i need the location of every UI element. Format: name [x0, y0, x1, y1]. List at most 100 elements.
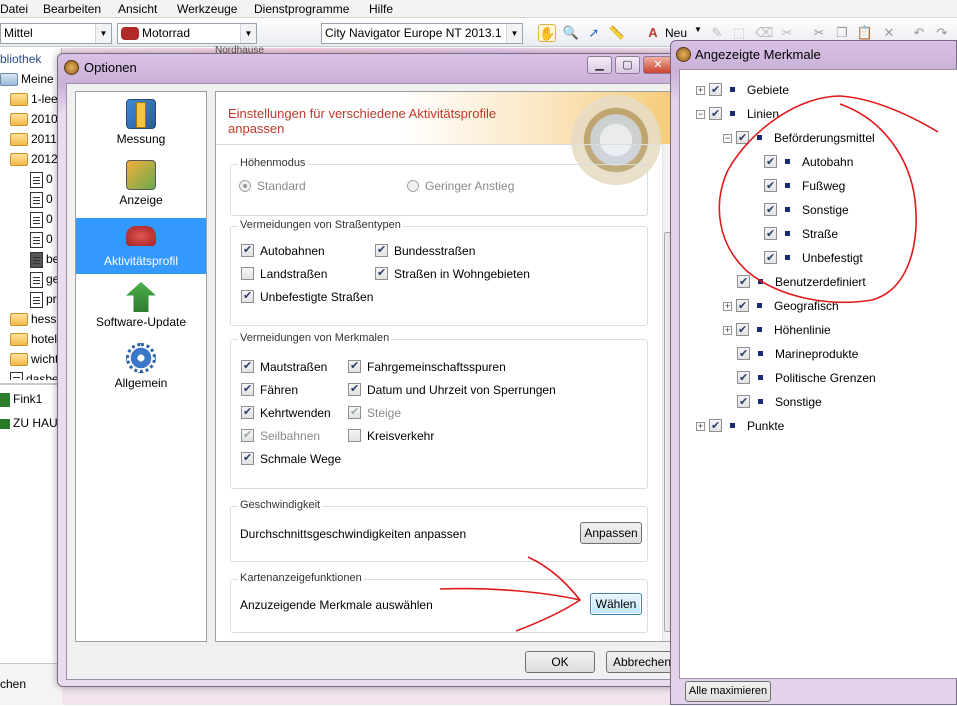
checkbox-icon[interactable]	[764, 226, 777, 242]
checkbox-sperrungen[interactable]: Datum und Uhrzeit von Sperrungen	[348, 382, 556, 397]
doc-item[interactable]: be	[30, 250, 59, 268]
collapse-icon[interactable]: −	[723, 134, 732, 143]
doc-item[interactable]: 0	[30, 210, 53, 228]
folder-label: 2011	[31, 132, 57, 146]
checkbox-icon[interactable]	[709, 82, 722, 98]
map-combo[interactable]: City Navigator Europe NT 2013.1 ▼	[321, 23, 523, 44]
checkbox-icon[interactable]	[764, 250, 777, 266]
checkbox-icon[interactable]	[709, 418, 722, 434]
zoom-icon[interactable]: 🔍	[562, 24, 580, 42]
device-child-item[interactable]: ZU HAUS	[0, 414, 66, 432]
folder-item[interactable]: 1-lee	[10, 90, 58, 108]
menu-ansicht[interactable]: Ansicht	[118, 2, 157, 16]
checkbox-mautstrassen[interactable]: Mautstraßen	[241, 359, 327, 374]
tree-item-sonstige[interactable]: Sonstige	[737, 394, 822, 410]
doc-item[interactable]: pr	[30, 290, 57, 308]
checkbox-kehrtwenden[interactable]: Kehrtwenden	[241, 405, 331, 420]
checkbox-faehren[interactable]: Fähren	[241, 382, 298, 397]
ok-button[interactable]: OK	[525, 651, 595, 673]
checkbox-icon[interactable]	[764, 178, 777, 194]
checkbox-steige[interactable]: Steige	[348, 405, 401, 420]
tree-item-strasse[interactable]: Straße	[764, 226, 838, 242]
doc-item[interactable]: ge	[30, 270, 59, 288]
new-route-icon[interactable]: A	[644, 24, 662, 42]
tree-item-unbefestigt[interactable]: Unbefestigt	[764, 250, 863, 266]
tree-item-hoehenlinie[interactable]: + Höhenlinie	[723, 322, 831, 338]
map-view-bottom[interactable]	[62, 687, 672, 705]
doc-item[interactable]: 0	[30, 190, 53, 208]
folder-item[interactable]: 2012	[10, 150, 58, 168]
tree-item-marineprodukte[interactable]: Marineprodukte	[737, 346, 858, 362]
folder-item[interactable]: 2011	[10, 130, 57, 148]
folder-item[interactable]: 2010	[10, 110, 58, 128]
new-label[interactable]: Neu	[665, 26, 687, 40]
measure-icon[interactable]: 📏	[608, 24, 626, 42]
tree-item-befoerderungsmittel[interactable]: − Beförderungsmittel	[723, 130, 875, 146]
menu-hilfe[interactable]: Hilfe	[369, 2, 393, 16]
detail-combo[interactable]: Mittel ▼	[0, 23, 112, 44]
profile-combo[interactable]: Motorrad ▼	[117, 23, 257, 44]
choose-features-button[interactable]: Wählen	[590, 593, 642, 615]
checkbox-icon[interactable]	[736, 130, 749, 146]
checkbox-icon[interactable]	[736, 322, 749, 338]
collapse-icon[interactable]: −	[696, 110, 705, 119]
cancel-button[interactable]: Abbrechen	[606, 651, 678, 673]
select-arrow-icon[interactable]: ➚	[585, 24, 603, 42]
folder-item[interactable]: hotels	[10, 330, 63, 348]
checkbox-schmale-wege[interactable]: Schmale Wege	[241, 451, 341, 466]
checkbox-fahrgemeinschaftsspuren[interactable]: Fahrgemeinschaftsspuren	[348, 359, 506, 374]
expand-icon[interactable]: +	[723, 326, 732, 335]
nav-item-allgemein[interactable]: Allgemein	[76, 340, 206, 396]
menu-bearbeiten[interactable]: Bearbeiten	[43, 2, 101, 16]
menu-dienstprogramme[interactable]: Dienstprogramme	[254, 2, 349, 16]
checkbox-icon[interactable]	[737, 274, 750, 290]
checkbox-icon[interactable]	[736, 298, 749, 314]
checkbox-icon[interactable]	[737, 394, 750, 410]
tree-item-politische-grenzen[interactable]: Politische Grenzen	[737, 370, 876, 386]
checkbox-unbefestigte-strassen[interactable]: Unbefestigte Straßen	[241, 289, 373, 304]
nav-item-software-update[interactable]: Software-Update	[76, 279, 206, 335]
maximize-button[interactable]: ▢	[615, 56, 640, 74]
checkbox-bundesstrassen[interactable]: Bundesstraßen	[375, 243, 475, 258]
checkbox-wohngebiete[interactable]: Straßen in Wohngebieten	[375, 266, 530, 281]
close-button[interactable]: ✕	[643, 56, 673, 74]
tree-item-linien[interactable]: − Linien	[696, 106, 779, 122]
chevron-down-icon[interactable]: ▼	[694, 25, 702, 34]
adjust-speed-button[interactable]: Anpassen	[580, 522, 642, 544]
tree-item-autobahn[interactable]: Autobahn	[764, 154, 853, 170]
tree-item-benutzerdefiniert[interactable]: Benutzerdefiniert	[737, 274, 866, 290]
device-item[interactable]: Fink1	[0, 390, 42, 408]
nav-item-anzeige[interactable]: Anzeige	[76, 157, 206, 213]
checkbox-autobahnen[interactable]: Autobahnen	[241, 243, 325, 258]
nav-item-aktivitaetsprofil[interactable]: Aktivitätsprofil	[76, 218, 206, 274]
checkbox-icon[interactable]	[709, 106, 722, 122]
checkbox-icon[interactable]	[737, 346, 750, 362]
checkbox-icon[interactable]	[764, 202, 777, 218]
expand-icon[interactable]: +	[696, 86, 705, 95]
minimize-button[interactable]: ▁	[587, 56, 612, 74]
checkbox-landstrassen[interactable]: Landstraßen	[241, 267, 327, 281]
folder-item[interactable]: wicht	[10, 350, 58, 368]
radio-gentle[interactable]: Geringer Anstieg	[407, 179, 514, 193]
doc-item[interactable]: 0	[30, 230, 53, 248]
tree-item-gebiete[interactable]: + Gebiete	[696, 82, 789, 98]
radio-standard[interactable]: Standard	[239, 179, 306, 193]
hand-tool-icon[interactable]: ✋	[538, 24, 556, 42]
expand-icon[interactable]: +	[696, 422, 705, 431]
maximize-all-button[interactable]: Alle maximieren	[685, 681, 771, 702]
menu-datei[interactable]: Datei	[0, 2, 28, 16]
tree-item-punkte[interactable]: + Punkte	[696, 418, 784, 434]
nav-item-messung[interactable]: Messung	[76, 96, 206, 152]
folder-item[interactable]: hesse	[10, 310, 63, 328]
folder-item[interactable]: dasbe	[10, 370, 59, 380]
tree-item-fussweg[interactable]: Fußweg	[764, 178, 845, 194]
checkbox-kreisverkehr[interactable]: Kreisverkehr	[348, 429, 434, 443]
menu-werkzeuge[interactable]: Werkzeuge	[177, 2, 237, 16]
tree-item-sonstige-transport[interactable]: Sonstige	[764, 202, 849, 218]
expand-icon[interactable]: +	[723, 302, 732, 311]
doc-item[interactable]: 0	[30, 170, 53, 188]
checkbox-seilbahnen[interactable]: Seilbahnen	[241, 428, 320, 443]
checkbox-icon[interactable]	[737, 370, 750, 386]
checkbox-icon[interactable]	[764, 154, 777, 170]
tree-item-geografisch[interactable]: + Geografisch	[723, 298, 839, 314]
